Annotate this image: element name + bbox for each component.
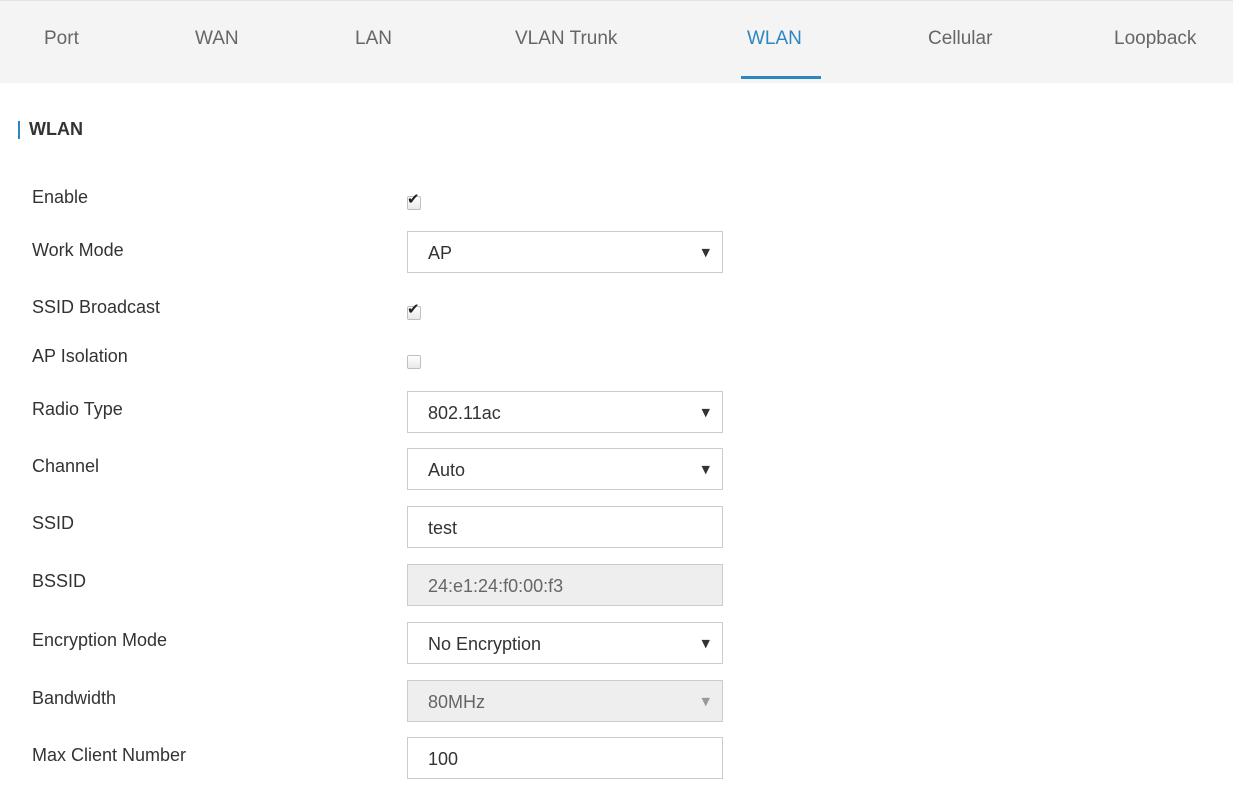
chevron-down-icon: ▼ <box>701 463 710 476</box>
tab-wan[interactable]: WAN <box>195 28 239 80</box>
tab-bar: Port WAN LAN VLAN Trunk WLAN Cellular Lo… <box>0 0 1233 83</box>
encryption-mode-select[interactable]: No Encryption ▼ <box>407 622 723 664</box>
tab-port[interactable]: Port <box>44 28 79 80</box>
ssid-input[interactable]: test <box>407 506 723 548</box>
checkmark-icon: ✔ <box>407 190 420 208</box>
work-mode-label: Work Mode <box>32 240 124 260</box>
chevron-down-icon: ▼ <box>701 637 710 650</box>
work-mode-select[interactable]: AP ▼ <box>407 231 723 273</box>
tab-lan[interactable]: LAN <box>355 28 392 80</box>
ssid-broadcast-checkbox[interactable]: ✔ <box>407 302 421 320</box>
chevron-down-icon: ▼ <box>701 406 710 419</box>
ssid-label: SSID <box>32 513 75 533</box>
section-title-accent-bar <box>18 121 20 139</box>
bandwidth-select: 80MHz ▼ <box>407 680 723 722</box>
channel-label: Channel <box>32 456 100 476</box>
bssid-label: BSSID <box>32 571 87 591</box>
tab-cellular[interactable]: Cellular <box>928 28 992 80</box>
work-mode-value: AP <box>428 243 453 263</box>
radio-type-label: Radio Type <box>32 399 123 419</box>
checkmark-icon: ✔ <box>407 300 420 318</box>
encryption-mode-value: No Encryption <box>428 634 542 654</box>
channel-select[interactable]: Auto ▼ <box>407 448 723 490</box>
ap-isolation-checkbox[interactable] <box>407 355 421 369</box>
bandwidth-value: 80MHz <box>428 692 486 712</box>
tab-wlan[interactable]: WLAN <box>747 28 802 80</box>
channel-value: Auto <box>428 460 466 480</box>
section-title: WLAN <box>29 119 83 139</box>
chevron-down-icon: ▼ <box>701 246 710 259</box>
ssid-broadcast-label: SSID Broadcast <box>32 297 161 317</box>
wlan-settings-page: Port WAN LAN VLAN Trunk WLAN Cellular Lo… <box>0 0 1233 787</box>
ssid-value: test <box>428 518 458 538</box>
tab-loopback[interactable]: Loopback <box>1114 28 1196 80</box>
bandwidth-label: Bandwidth <box>32 688 117 708</box>
bssid-value: 24:e1:24:f0:00:f3 <box>428 576 564 596</box>
max-client-number-value: 100 <box>428 749 459 769</box>
ap-isolation-label: AP Isolation <box>32 346 128 366</box>
max-client-number-label: Max Client Number <box>32 745 187 765</box>
enable-label: Enable <box>32 187 89 207</box>
tab-vlan-trunk[interactable]: VLAN Trunk <box>515 28 617 80</box>
radio-type-select[interactable]: 802.11ac ▼ <box>407 391 723 433</box>
active-tab-indicator <box>741 76 821 79</box>
encryption-mode-label: Encryption Mode <box>32 630 168 650</box>
max-client-number-input[interactable]: 100 <box>407 737 723 779</box>
enable-checkbox[interactable]: ✔ <box>407 192 421 210</box>
radio-type-value: 802.11ac <box>428 403 501 423</box>
chevron-down-icon: ▼ <box>701 695 710 708</box>
bssid-field: 24:e1:24:f0:00:f3 <box>407 564 723 606</box>
